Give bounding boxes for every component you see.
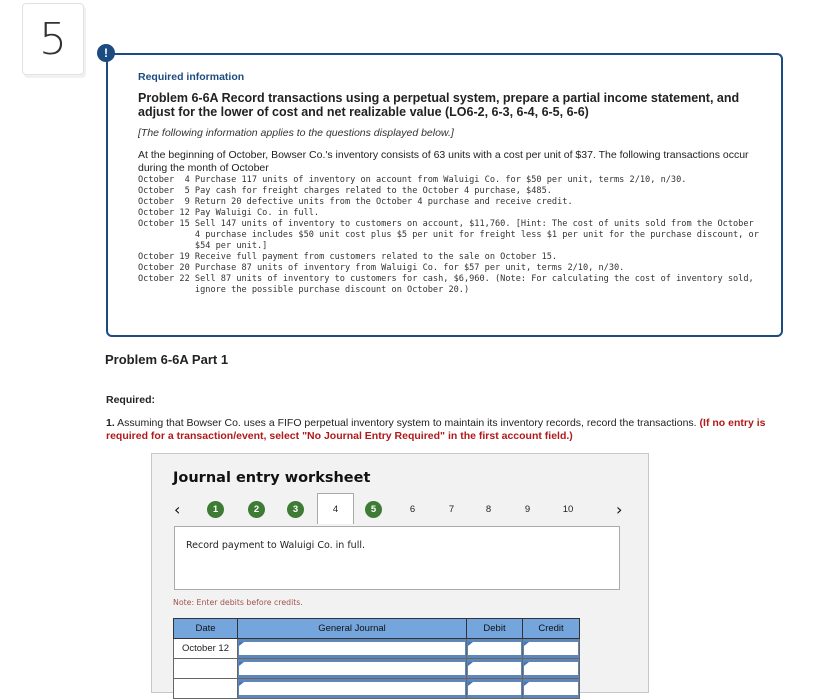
instruction-number: 1. <box>106 417 115 429</box>
transaction-date: October 15 <box>138 219 195 229</box>
transaction-item: October 9 Return 20 defective units from… <box>138 197 761 208</box>
transaction-item: October 5 Pay cash for freight charges r… <box>138 186 761 197</box>
account-cell <box>237 638 467 659</box>
credit-cell <box>522 658 580 679</box>
column-header-date: Date <box>173 618 238 639</box>
column-header-general-journal: General Journal <box>237 618 467 639</box>
transaction-date: October 5 <box>138 186 195 196</box>
transaction-text: Return 20 defective units from the Octob… <box>194 197 573 207</box>
step-2-button[interactable]: 2 <box>248 501 265 518</box>
transaction-date: October 9 <box>138 197 195 207</box>
entry-description-box: Record payment to Waluigi Co. in full. <box>174 526 620 590</box>
part-title: Problem 6-6A Part 1 <box>105 352 229 367</box>
column-header-debit: Debit <box>466 618 523 639</box>
date-cell: October 12 <box>173 638 238 659</box>
applies-note: [The following information applies to th… <box>138 127 454 139</box>
credit-cell <box>522 638 580 659</box>
prev-arrow-icon[interactable]: ‹ <box>174 500 180 519</box>
transaction-text: Purchase 117 units of inventory on accou… <box>194 175 687 185</box>
transaction-date: October 20 <box>138 263 195 273</box>
credit-input[interactable] <box>524 662 578 675</box>
problem-title: Problem 6-6A Record transactions using a… <box>138 91 740 119</box>
account-input[interactable] <box>239 682 465 695</box>
transaction-date: October 12 <box>138 208 195 218</box>
question-number-badge: 5 <box>22 3 84 75</box>
transaction-text: Pay cash for freight charges related to … <box>194 186 552 196</box>
debit-input[interactable] <box>468 642 521 655</box>
transaction-text: Receive full payment from customers rela… <box>194 252 558 262</box>
debit-input[interactable] <box>468 682 521 695</box>
table-row: October 12 <box>173 638 580 659</box>
table-row <box>173 658 580 679</box>
required-information-panel: Required information Problem 6-6A Record… <box>106 53 783 337</box>
worksheet-title: Journal entry worksheet <box>173 470 371 486</box>
transaction-item: October 4 Purchase 117 units of inventor… <box>138 175 761 186</box>
step-7-button[interactable]: 7 <box>443 501 460 518</box>
debit-cell <box>466 678 523 699</box>
alert-icon: ! <box>97 44 115 62</box>
step-9-button[interactable]: 9 <box>519 501 536 518</box>
transaction-text: Sell 87 units of inventory to customers … <box>194 274 759 295</box>
transaction-item: October 19 Receive full payment from cus… <box>138 252 761 263</box>
general-journal-table: Date General Journal Debit Credit Octobe… <box>173 618 580 699</box>
instruction-text: Assuming that Bowser Co. uses a FIFO per… <box>114 417 700 429</box>
step-4-tab-active[interactable]: 4 <box>317 493 354 524</box>
step-3-button[interactable]: 3 <box>287 501 304 518</box>
account-cell <box>237 658 467 679</box>
problem-intro: At the beginning of October, Bowser Co.'… <box>138 149 749 174</box>
column-header-credit: Credit <box>522 618 580 639</box>
next-arrow-icon[interactable]: › <box>616 500 622 519</box>
account-cell <box>237 678 467 699</box>
step-8-button[interactable]: 8 <box>480 501 497 518</box>
transaction-list: October 4 Purchase 117 units of inventor… <box>138 175 761 296</box>
transaction-text: Sell 147 units of inventory to customers… <box>194 219 765 251</box>
debit-cell <box>466 638 523 659</box>
credit-input[interactable] <box>524 642 578 655</box>
account-input[interactable] <box>239 662 465 675</box>
debit-cell <box>466 658 523 679</box>
table-row <box>173 678 580 699</box>
account-input[interactable] <box>239 642 465 655</box>
transaction-text: Pay Waluigi Co. in full. <box>194 208 320 218</box>
date-cell <box>173 678 238 699</box>
step-5-button[interactable]: 5 <box>365 501 382 518</box>
transaction-date: October 19 <box>138 252 195 262</box>
transaction-item: October 12 Pay Waluigi Co. in full. <box>138 208 761 219</box>
transaction-text: Purchase 87 units of inventory from Walu… <box>194 263 625 273</box>
transaction-item: October 22 Sell 87 units of inventory to… <box>138 274 761 296</box>
journal-entry-worksheet: Journal entry worksheet ‹ 1 2 3 4 5 6 7 … <box>151 453 649 699</box>
debit-input[interactable] <box>468 662 521 675</box>
step-10-button[interactable]: 10 <box>557 501 579 518</box>
entry-navigation: ‹ 1 2 3 4 5 6 7 8 9 10 › <box>152 493 648 526</box>
required-label: Required: <box>106 394 156 406</box>
credit-input[interactable] <box>524 682 578 695</box>
debits-credits-note: Note: Enter debits before credits. <box>173 598 303 607</box>
transaction-item: October 15 Sell 147 units of inventory t… <box>138 219 761 252</box>
step-1-button[interactable]: 1 <box>207 501 224 518</box>
step-6-button[interactable]: 6 <box>404 501 421 518</box>
instruction: 1. Assuming that Bowser Co. uses a FIFO … <box>106 417 806 443</box>
transaction-date: October 22 <box>138 274 195 284</box>
credit-cell <box>522 678 580 699</box>
required-information-heading: Required information <box>138 71 245 83</box>
date-cell <box>173 658 238 679</box>
transaction-item: October 20 Purchase 87 units of inventor… <box>138 263 761 274</box>
transaction-date: October 4 <box>138 175 195 185</box>
entry-description: Record payment to Waluigi Co. in full. <box>186 540 365 551</box>
